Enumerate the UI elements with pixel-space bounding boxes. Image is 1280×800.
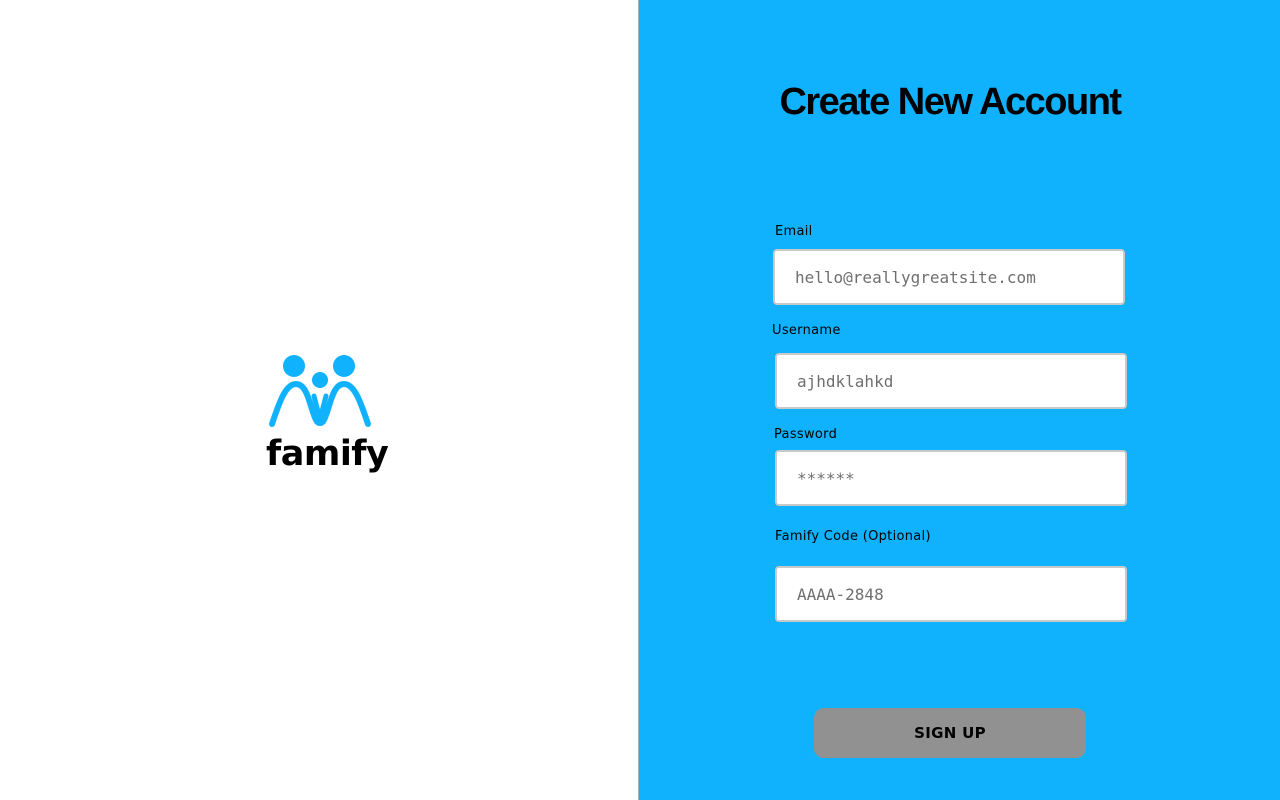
signup-page: famify Create New Account Email Username… — [0, 0, 1280, 800]
page-title: Create New Account — [779, 81, 1122, 123]
famify-code-field[interactable] — [775, 566, 1127, 622]
password-field[interactable] — [775, 450, 1127, 506]
family-icon — [269, 355, 371, 427]
username-label: Username — [772, 323, 841, 338]
famify-logo: famify — [266, 352, 389, 482]
password-label: Password — [774, 427, 838, 442]
brand-panel: famify — [0, 0, 638, 800]
sign-up-button[interactable]: SIGN UP — [814, 708, 1086, 758]
famify-code-label: Famify Code (Optional) — [775, 529, 931, 544]
email-label: Email — [775, 224, 813, 239]
brand-name: famify — [266, 434, 389, 474]
email-field[interactable] — [773, 249, 1125, 305]
username-field[interactable] — [775, 353, 1127, 409]
